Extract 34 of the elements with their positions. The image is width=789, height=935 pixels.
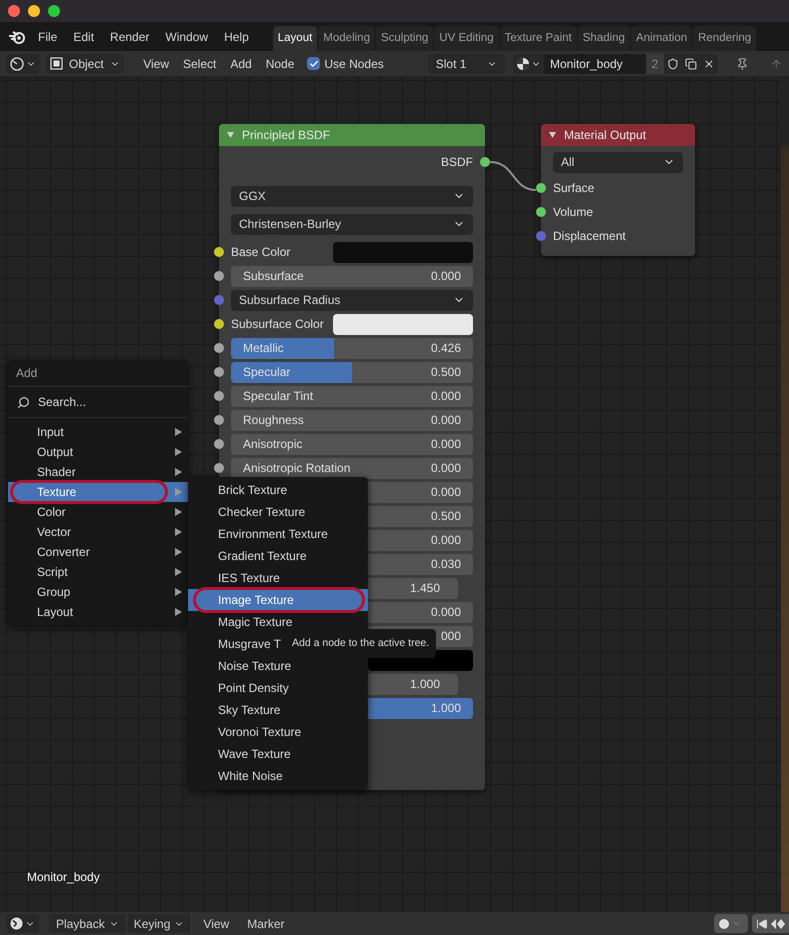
slider-value: 000 (440, 628, 461, 645)
object-label: Monitor_body (27, 869, 100, 886)
slider-label: Roughness (243, 412, 304, 429)
socket-label: Displacement (553, 228, 626, 245)
slider-label: Subsurface (243, 268, 304, 285)
slider-label: Anisotropic (243, 436, 302, 453)
slider-value: 1.450 (410, 580, 441, 597)
slider-value: 0.000 (430, 268, 461, 285)
slider-value: 0.000 (430, 436, 461, 453)
menu-title: Add (15, 365, 38, 382)
slider-label: Specular (243, 364, 290, 381)
node-title: Material Output (564, 127, 646, 144)
slider-value: 1.000 (430, 700, 461, 717)
slider-value: 0.000 (430, 388, 461, 405)
node-title: Principled BSDF (242, 127, 330, 144)
slider-value: 0.000 (430, 604, 461, 621)
socket-label: Subsurface Color (231, 316, 325, 333)
slider-label: Specular Tint (243, 388, 314, 405)
slider-value: 0.000 (430, 412, 461, 429)
socket-label: Base Color (231, 244, 292, 261)
socket-label: Surface (553, 180, 594, 197)
slider-value: 0.000 (430, 460, 461, 477)
slider-value: 0.500 (430, 364, 461, 381)
slider-value: 0.030 (430, 556, 461, 573)
checkbox-label: Use Nodes (324, 56, 384, 72)
slider-value: 0.000 (430, 484, 461, 501)
slider-value: 1.000 (410, 676, 441, 693)
slider-value: 0.000 (430, 532, 461, 549)
socket-label: Volume (553, 204, 594, 221)
socket-label: BSDF (440, 154, 473, 171)
slider-label: Anisotropic Rotation (243, 460, 350, 477)
slider-value: 0.426 (430, 340, 461, 357)
slider-value: 0.500 (430, 508, 461, 525)
slider-label: Metallic (243, 340, 284, 357)
